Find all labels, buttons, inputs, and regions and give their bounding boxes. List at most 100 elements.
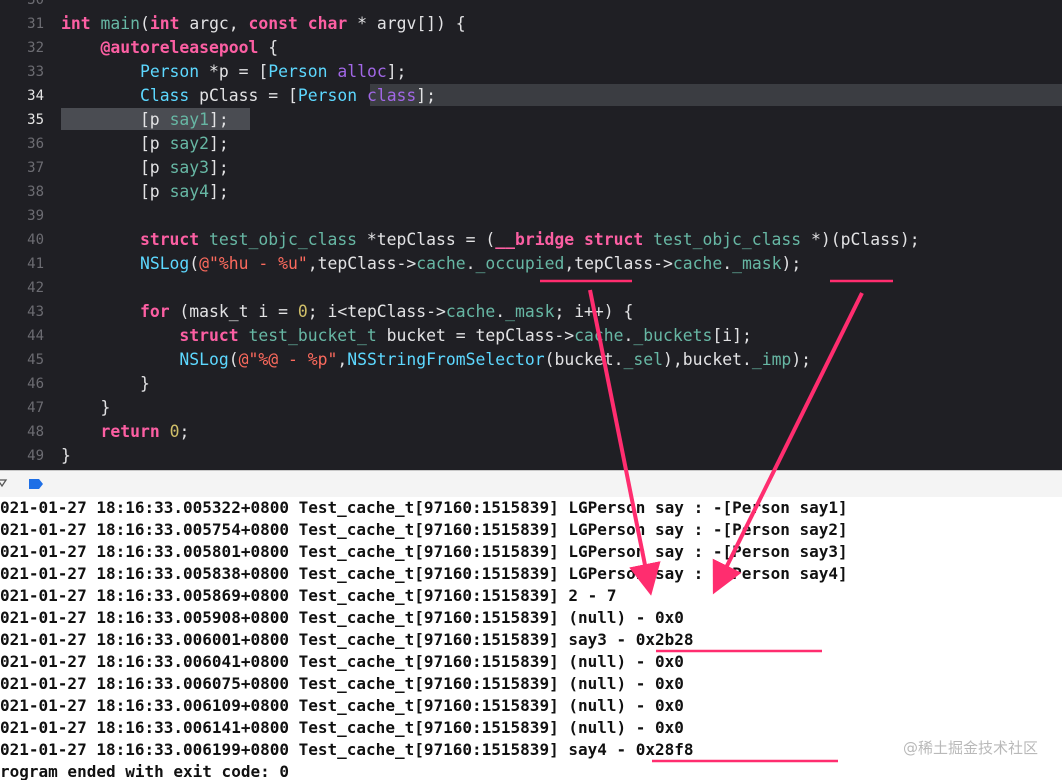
code-line: 42: [0, 276, 1062, 300]
code-text: NSLog(@"%@ - %p",NSStringFromSelector(bu…: [61, 348, 811, 372]
line-number[interactable]: 33: [0, 60, 44, 84]
code-line: 41 NSLog(@"%hu - %u",tepClass->cache._oc…: [0, 252, 1062, 276]
code-text: [p say2];: [61, 132, 229, 156]
code-text: struct test_bucket_t bucket = tepClass->…: [61, 324, 752, 348]
code-token: ];: [209, 134, 229, 153]
line-number[interactable]: 38: [0, 180, 44, 204]
line-number[interactable]: 35: [0, 108, 44, 132]
code-token: @"%hu - %u": [199, 254, 308, 273]
console-line: 021-01-27 18:16:33.006199+0800 Test_cach…: [0, 740, 694, 759]
line-number[interactable]: 36: [0, 132, 44, 156]
line-number[interactable]: 32: [0, 36, 44, 60]
line-number[interactable]: 39: [0, 204, 44, 228]
code-line: 46 }: [0, 372, 1062, 396]
code-line: 45 NSLog(@"%@ - %p",NSStringFromSelector…: [0, 348, 1062, 372]
code-token: return: [100, 422, 170, 441]
code-token: (: [228, 350, 239, 369]
line-number[interactable]: 42: [0, 276, 44, 300]
code-token: _mask: [505, 302, 555, 321]
code-token: @"%@ - %p": [238, 350, 338, 369]
collapse-triangle-icon[interactable]: [0, 477, 9, 489]
code-line: 43 for (mask_t i = 0; i<tepClass->cache.…: [0, 300, 1062, 324]
code-token: say4: [169, 182, 210, 201]
code-line: 38 [p say4];: [0, 180, 1062, 204]
code-token: ];: [386, 62, 407, 81]
code-editor[interactable]: 30 31 int main(int argc, const char * argv…: [0, 0, 1062, 470]
line-number[interactable]: 40: [0, 228, 44, 252]
code-token: bucket = tepClass->: [376, 326, 575, 345]
code-token: .: [465, 254, 476, 273]
code-token: for: [139, 302, 170, 321]
code-text: int main(int argc, const char * argv[]) …: [61, 12, 466, 36]
code-token: }: [61, 446, 71, 465]
code-token: test_objc_class: [209, 230, 358, 249]
code-token: (: [139, 14, 150, 33]
code-token: NSLog: [179, 350, 229, 369]
console-line: 021-01-27 18:16:33.006109+0800 Test_cach…: [0, 696, 684, 715]
code-token: pClass = [: [189, 86, 298, 105]
line-number[interactable]: 45: [0, 348, 44, 372]
breakpoint-toggle-icon[interactable]: [28, 478, 44, 490]
code-token: say2: [169, 134, 210, 153]
code-token: __bridge struct: [495, 230, 654, 249]
code-token: alloc: [337, 62, 387, 81]
console-line: 021-01-27 18:16:33.005322+0800 Test_cach…: [0, 498, 848, 517]
debug-bar: [0, 470, 1062, 498]
line-number[interactable]: 30: [0, 0, 44, 12]
code-token: *p = [: [199, 62, 269, 81]
line-number[interactable]: 44: [0, 324, 44, 348]
code-token: const char: [248, 14, 358, 33]
line-number[interactable]: 46: [0, 372, 44, 396]
code-token: [i];: [712, 326, 752, 345]
code-token: ];: [209, 158, 229, 177]
code-token: NSStringFromSelector: [347, 350, 545, 369]
code-token: .: [495, 302, 506, 321]
code-token: class: [366, 86, 417, 105]
code-line: 40 struct test_objc_class *tepClass = (_…: [0, 228, 1062, 252]
code-text: @autoreleasepool {: [61, 36, 278, 60]
code-line: 49}: [0, 444, 1062, 468]
code-line: 48 return 0;: [0, 420, 1062, 444]
code-token: ;: [179, 422, 190, 441]
code-token: }: [61, 398, 111, 417]
code-token: );: [791, 350, 812, 369]
console-line: rogram ended with exit code: 0: [0, 762, 289, 780]
code-token: ; i++) {: [554, 302, 634, 321]
code-token: [p: [61, 182, 170, 201]
code-token: struct: [179, 326, 249, 345]
line-number[interactable]: 37: [0, 156, 44, 180]
console-line: 021-01-27 18:16:33.005908+0800 Test_cach…: [0, 608, 684, 627]
code-token: @autoreleasepool: [100, 38, 259, 57]
code-token: ),bucket.: [663, 350, 752, 369]
line-number[interactable]: 41: [0, 252, 44, 276]
line-number[interactable]: 31: [0, 12, 44, 36]
code-token: cache: [574, 326, 624, 345]
code-token: Person: [297, 86, 358, 105]
code-token: cache: [672, 254, 723, 273]
code-line: 34 Class pClass = [Person class];: [0, 84, 1062, 108]
code-line: 33 Person *p = [Person alloc];: [0, 60, 1062, 84]
line-number[interactable]: 47: [0, 396, 44, 420]
code-token: 0: [297, 302, 308, 321]
line-number[interactable]: 49: [0, 444, 44, 468]
code-line: 47 }: [0, 396, 1062, 420]
console-line: 021-01-27 18:16:33.005754+0800 Test_cach…: [0, 520, 848, 539]
code-token: cache: [445, 302, 496, 321]
line-number[interactable]: 43: [0, 300, 44, 324]
code-token: Person: [139, 62, 200, 81]
line-number[interactable]: 48: [0, 420, 44, 444]
line-number[interactable]: 34: [0, 84, 44, 108]
code-token: ; i<tepClass->: [307, 302, 446, 321]
code-text: Person *p = [Person alloc];: [61, 60, 406, 84]
code-token: _imp: [751, 350, 792, 369]
code-token: say1: [169, 110, 210, 129]
code-token: .: [722, 254, 733, 273]
code-token: _mask: [732, 254, 782, 273]
